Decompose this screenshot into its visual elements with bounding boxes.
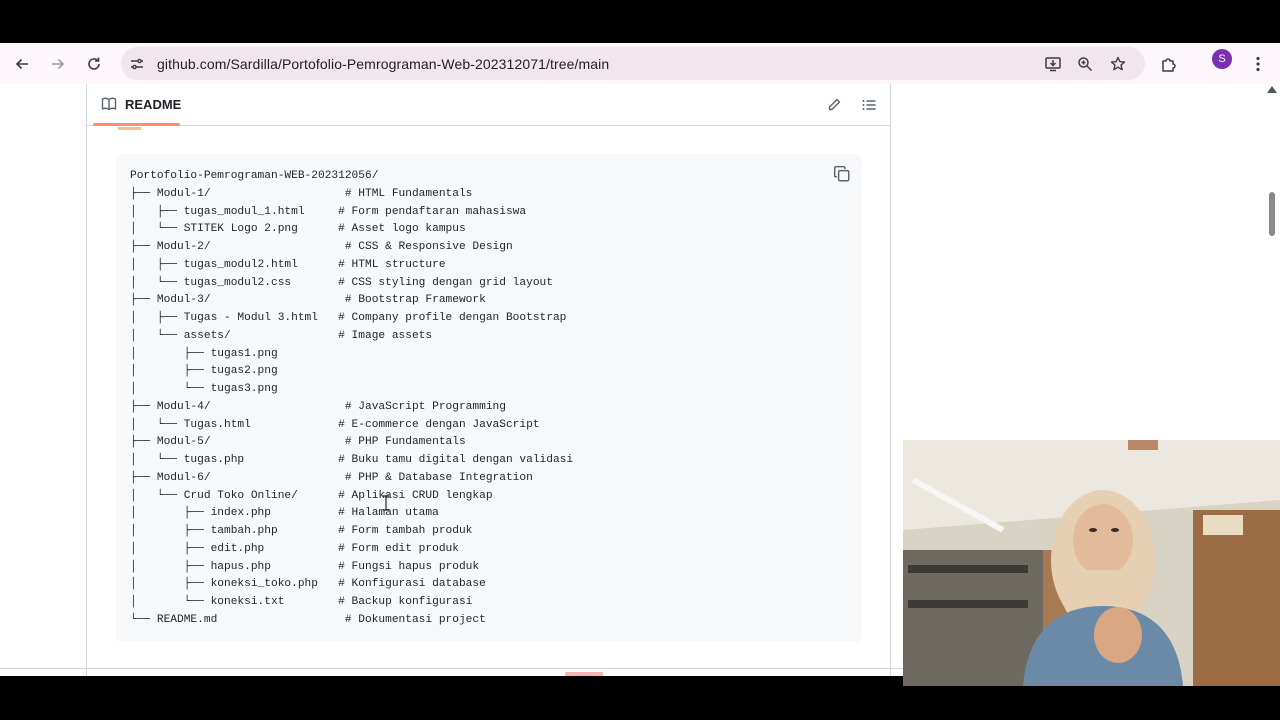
outline-list-icon[interactable] — [861, 97, 877, 113]
tree-line: │ └── Crud Toko Online/ # Aplikasi CRUD … — [130, 489, 493, 502]
tree-line: │ └── tugas_modul2.css # CSS styling den… — [130, 276, 553, 289]
tree-line: │ └── STITEK Logo 2.png # Asset logo kam… — [130, 223, 466, 236]
code-block: Portofolio-Pemrograman-WEB-202312056/ ├─… — [116, 154, 862, 642]
readme-panel: README Portofolio-Pemrograman-WEB-202312… — [86, 84, 891, 676]
tree-line: │ └── assets/ # Image assets — [130, 329, 433, 342]
page-divider — [0, 668, 903, 669]
back-arrow-icon — [15, 58, 28, 70]
readme-tab[interactable]: README — [101, 96, 181, 112]
tree-line: │ ├── tugas1.png — [130, 347, 278, 360]
tree-line: │ └── tugas.php # Buku tamu digital deng… — [130, 454, 574, 466]
browser-menu-button[interactable] — [1243, 49, 1273, 79]
reload-icon — [88, 57, 100, 70]
readme-tab-label: README — [125, 96, 182, 112]
tree-line: └── README.md # Dokumentasi project — [130, 613, 486, 626]
book-icon — [101, 97, 117, 111]
tree-line: │ └── koneksi.txt # Backup konfigurasi — [130, 596, 473, 608]
profile-avatar[interactable]: S — [1212, 49, 1232, 69]
install-icon — [1045, 57, 1061, 72]
tree-line: │ ├── tugas_modul2.html # HTML structure — [130, 258, 446, 271]
tree-line: │ ├── Tugas - Modul 3.html # Company pro… — [130, 312, 567, 324]
text-cursor-icon — [383, 495, 389, 511]
tree-line: ├── Modul-2/ # CSS & Responsive Design — [130, 241, 513, 253]
tree-line: │ ├── tugas_modul_1.html # Form pendafta… — [130, 205, 527, 218]
star-icon — [1110, 56, 1126, 71]
forward-arrow-icon — [52, 58, 65, 70]
browser-toolbar: github.com/Sardilla/Portofolio-Pemrogram… — [0, 43, 1280, 84]
screen-top-bar — [0, 0, 1280, 43]
install-app-button[interactable] — [1038, 49, 1068, 79]
scroll-up-arrow-icon[interactable] — [1267, 86, 1277, 93]
tree-line: ├── Modul-1/ # HTML Fundamentals — [130, 187, 473, 200]
tree-line: ├── Modul-3/ # Bootstrap Framework — [130, 294, 486, 307]
tree-line: ├── Modul-5/ # PHP Fundamentals — [130, 436, 466, 449]
puzzle-icon — [1162, 58, 1176, 72]
back-button[interactable] — [7, 49, 37, 79]
tree-line: │ └── Tugas.html # E-commerce dengan Jav… — [130, 418, 540, 431]
tree-line: │ ├── edit.php # Form edit produk — [130, 542, 459, 555]
tree-line: │ ├── tugas2.png — [130, 365, 278, 378]
extensions-button[interactable] — [1154, 49, 1184, 79]
reload-button[interactable] — [79, 49, 109, 79]
heading-accent — [118, 127, 141, 130]
scroll-thumb[interactable] — [1269, 192, 1275, 236]
folder-tree: Portofolio-Pemrograman-WEB-202312056/ ├─… — [130, 168, 573, 630]
bookmark-button[interactable] — [1103, 49, 1133, 79]
readme-header: README — [87, 84, 890, 126]
edit-pencil-icon[interactable] — [826, 97, 842, 113]
forward-button[interactable] — [43, 49, 73, 79]
tree-line: │ ├── tambah.php # Form tambah produk — [130, 525, 473, 537]
url-text[interactable]: github.com/Sardilla/Portofolio-Pemrogram… — [157, 56, 609, 72]
zoom-icon — [1078, 57, 1093, 72]
tree-line: ├── Modul-6/ # PHP & Database Integratio… — [130, 471, 533, 484]
address-bar[interactable]: github.com/Sardilla/Portofolio-Pemrogram… — [121, 47, 1145, 80]
zoom-button[interactable] — [1070, 49, 1100, 79]
tree-line: ├── Modul-4/ # JavaScript Programming — [130, 400, 506, 413]
kebab-menu-icon — [1256, 56, 1260, 72]
tree-line: │ └── tugas3.png — [130, 383, 278, 395]
webcam-overlay — [903, 440, 1280, 686]
tree-line: │ ├── koneksi_toko.php # Konfigurasi dat… — [130, 578, 486, 591]
site-info-icon[interactable] — [129, 56, 145, 72]
active-tab-underline — [93, 123, 180, 126]
copy-icon[interactable] — [833, 165, 851, 183]
webcam-video-illustration — [903, 440, 1280, 686]
tree-line: │ ├── index.php # Halaman utama — [130, 507, 439, 520]
tree-line: Portofolio-Pemrograman-WEB-202312056/ — [130, 170, 379, 182]
tree-line: │ ├── hapus.php # Fungsi hapus produk — [130, 560, 480, 573]
